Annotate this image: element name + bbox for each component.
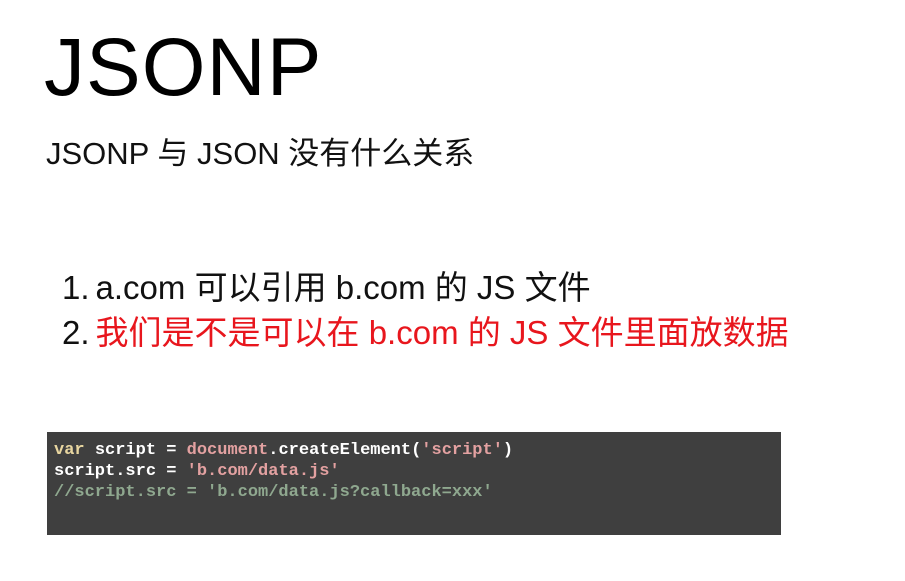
code-paren: ) xyxy=(502,441,514,460)
code-string: 'b.com/data.js' xyxy=(186,462,340,481)
code-line-1: var script = document.createElement('scr… xyxy=(54,440,774,461)
point-item-2: 2. 我们是不是可以在 b.com 的 JS 文件里面放数据 xyxy=(62,310,789,355)
code-builtin: document xyxy=(186,441,269,460)
code-identifier: script.src xyxy=(54,462,157,481)
point-text-highlighted: 我们是不是可以在 b.com 的 JS 文件里面放数据 xyxy=(95,314,789,351)
slide-title: JSONP xyxy=(44,22,323,113)
code-line-2: script.src = 'b.com/data.js' xyxy=(54,461,774,482)
code-operator: = xyxy=(156,441,187,460)
code-keyword: var xyxy=(54,441,85,460)
code-operator: = xyxy=(156,462,187,481)
code-string: 'script' xyxy=(421,441,503,460)
point-number: 2. xyxy=(62,314,90,351)
code-comment: //script.src = 'b.com/data.js?callback=x… xyxy=(54,483,493,502)
code-block: var script = document.createElement('scr… xyxy=(47,432,781,535)
code-call: .createElement( xyxy=(268,441,422,460)
point-number: 1. xyxy=(62,269,90,306)
code-identifier: script xyxy=(94,441,157,460)
slide-subtitle: JSONP 与 JSON 没有什么关系 xyxy=(46,136,475,171)
point-list: 1. a.com 可以引用 b.com 的 JS 文件 2. 我们是不是可以在 b.… xyxy=(62,265,789,355)
point-item-1: 1. a.com 可以引用 b.com 的 JS 文件 xyxy=(62,265,789,310)
point-text: a.com 可以引用 b.com 的 JS 文件 xyxy=(95,269,591,306)
code-line-3: //script.src = 'b.com/data.js?callback=x… xyxy=(54,482,774,503)
